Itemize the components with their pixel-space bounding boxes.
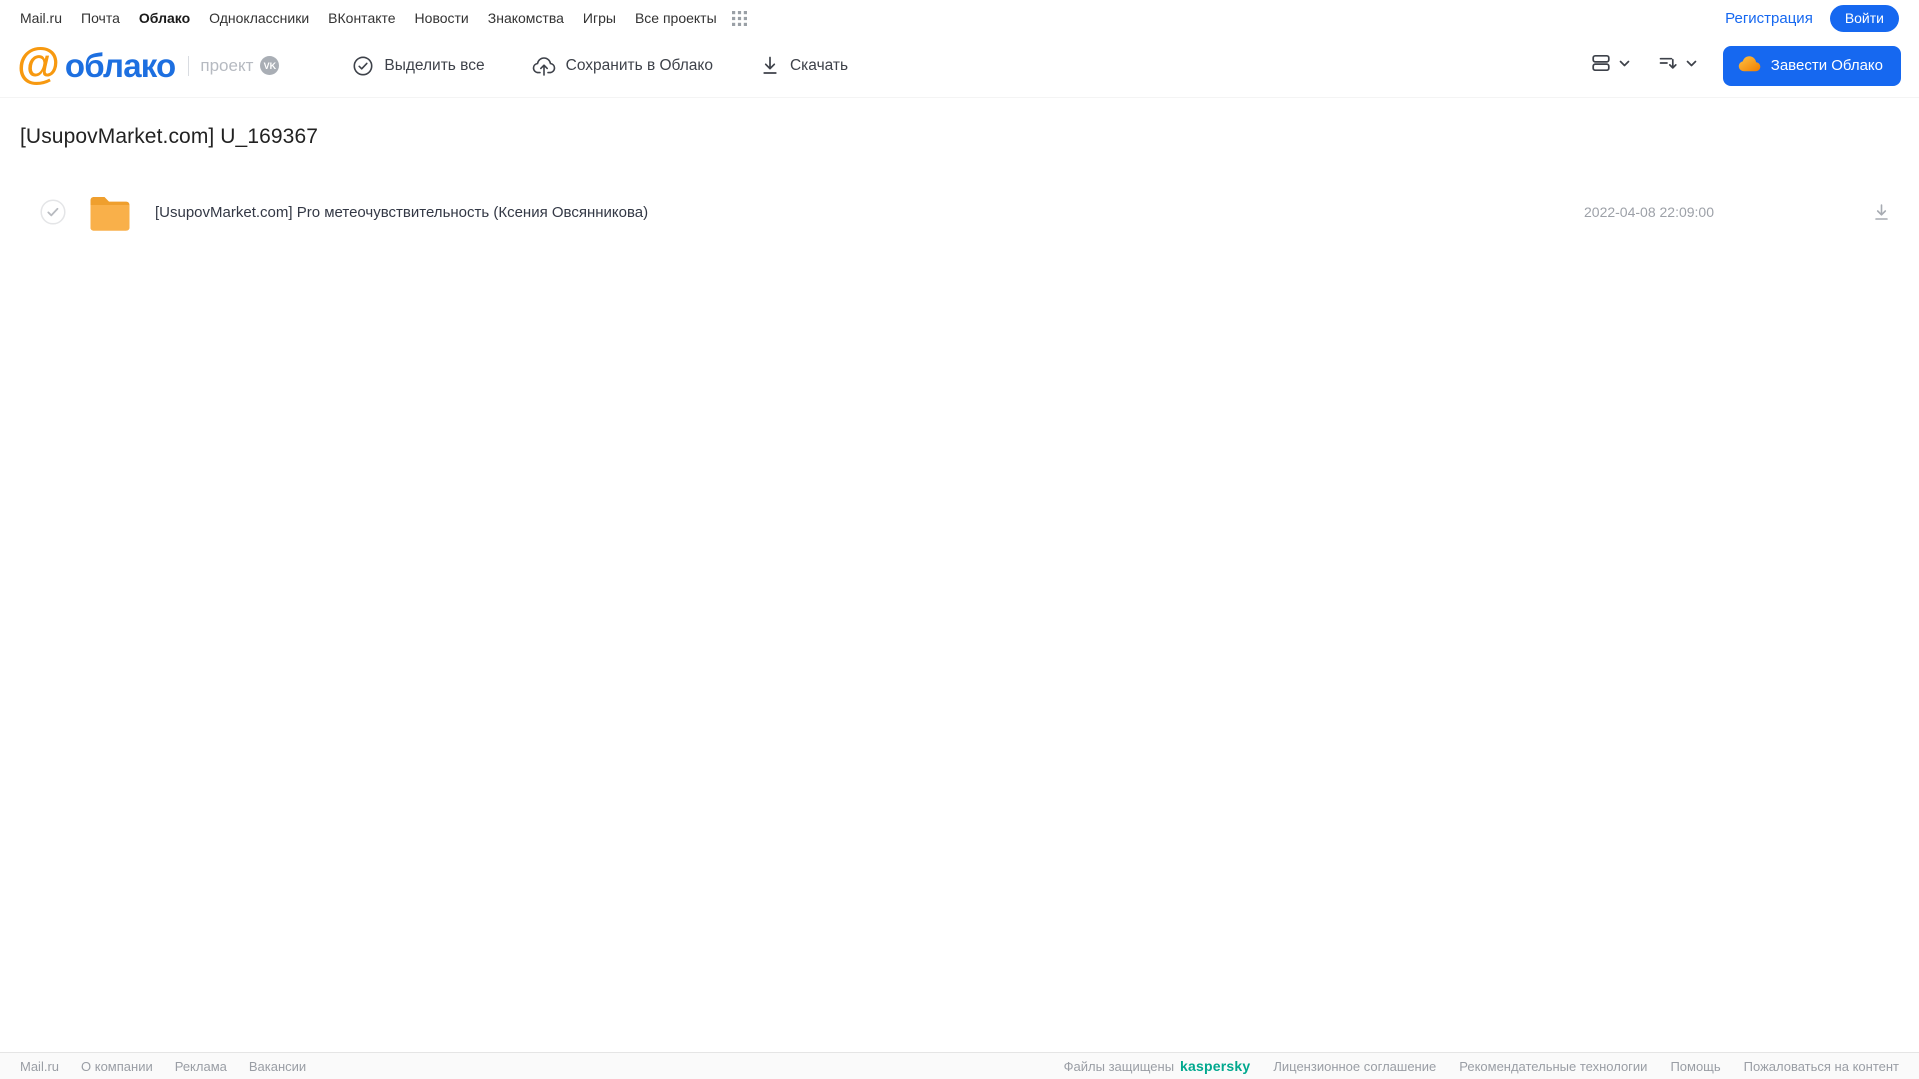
row-download-icon[interactable] (1872, 203, 1891, 222)
list-view-icon (1589, 51, 1613, 80)
portal-link-vkontakte[interactable]: ВКонтакте (328, 10, 395, 26)
portal-link-all-projects[interactable]: Все проекты (635, 10, 717, 26)
mailru-at-icon: @ (17, 38, 60, 88)
footer-link-help[interactable]: Помощь (1670, 1059, 1720, 1074)
view-mode-dropdown[interactable] (1589, 51, 1632, 80)
kaspersky-logo[interactable]: kaspersky (1180, 1058, 1250, 1074)
chevron-down-icon (1684, 56, 1699, 76)
portal-link-odnoklassniki[interactable]: Одноклассники (209, 10, 309, 26)
main-content: [UsupovMarket.com] U_169367 [UsupovMarke… (0, 98, 1919, 240)
login-button[interactable]: Войти (1829, 4, 1899, 32)
portal-auth: Регистрация Войти (1725, 4, 1899, 32)
cloud-header: @ облако проект VK Выделить все Сохранит… (0, 34, 1919, 98)
portal-link-cloud[interactable]: Облако (139, 10, 190, 26)
save-to-cloud-label: Сохранить в Облако (565, 56, 713, 74)
portal-link-news[interactable]: Новости (415, 10, 469, 26)
files-protected-label: Файлы защищены kaspersky (1064, 1058, 1251, 1074)
select-all-button[interactable]: Выделить все (352, 55, 485, 77)
portal-link-mail[interactable]: Почта (81, 10, 120, 26)
protected-by-text: Файлы защищены (1063, 1058, 1175, 1074)
row-checkbox[interactable] (40, 199, 66, 225)
logo-divider (188, 55, 190, 76)
footer-link-about[interactable]: О компании (81, 1059, 153, 1074)
register-link[interactable]: Регистрация (1725, 10, 1813, 27)
download-button[interactable]: Скачать (760, 55, 848, 76)
cloud-brand-text: облако (64, 46, 176, 84)
footer-link-jobs[interactable]: Вакансии (249, 1059, 306, 1074)
footer-left-links: Mail.ru О компании Реклама Вакансии (20, 1059, 306, 1074)
file-modified-date: 2022-04-08 22:09:00 (1584, 204, 1714, 220)
logo-project-label: проект (200, 55, 254, 75)
select-all-label: Выделить все (384, 56, 485, 74)
save-to-cloud-button[interactable]: Сохранить в Облако (532, 55, 713, 77)
cloud-colored-icon (1738, 55, 1761, 76)
footer-right-links: Файлы защищены kaspersky Лицензионное со… (1064, 1058, 1899, 1074)
sort-icon (1656, 51, 1680, 80)
get-cloud-button[interactable]: Завести Облако (1722, 45, 1901, 86)
download-icon (760, 55, 780, 76)
file-name-link[interactable]: [UsupovMarket.com] Pro метеочувствительн… (155, 204, 648, 221)
portal-link-games[interactable]: Игры (583, 10, 616, 26)
get-cloud-label: Завести Облако (1770, 57, 1883, 74)
portal-link-mailru[interactable]: Mail.ru (20, 10, 62, 26)
footer-link-ads[interactable]: Реклама (175, 1059, 227, 1074)
footer-link-license[interactable]: Лицензионное соглашение (1273, 1059, 1436, 1074)
footer-link-recommendation-tech[interactable]: Рекомендательные технологии (1459, 1059, 1647, 1074)
folder-icon (88, 194, 132, 231)
cloud-upload-icon (532, 55, 556, 77)
footer: Mail.ru О компании Реклама Вакансии Файл… (0, 1052, 1919, 1079)
vk-badge-icon: VK (260, 56, 280, 75)
cloud-logo[interactable]: @ облако проект VK (17, 38, 280, 88)
chevron-down-icon (1617, 56, 1632, 76)
apps-grid-icon[interactable] (731, 10, 748, 27)
download-label: Скачать (789, 56, 849, 74)
footer-link-mailru[interactable]: Mail.ru (20, 1059, 59, 1074)
footer-link-report-content[interactable]: Пожаловаться на контент (1744, 1059, 1899, 1074)
portal-link-dating[interactable]: Знакомства (488, 10, 564, 26)
action-toolbar: Выделить все Сохранить в Облако Скачать (352, 55, 848, 77)
file-row[interactable]: [UsupovMarket.com] Pro метеочувствительн… (20, 184, 1919, 240)
sort-dropdown[interactable] (1656, 51, 1699, 80)
portal-nav: Mail.ru Почта Облако Одноклассники ВКонт… (0, 0, 1919, 34)
page-title: [UsupovMarket.com] U_169367 (20, 125, 319, 148)
header-right-controls: Завести Облако (1589, 45, 1901, 86)
circle-check-icon (352, 55, 374, 77)
